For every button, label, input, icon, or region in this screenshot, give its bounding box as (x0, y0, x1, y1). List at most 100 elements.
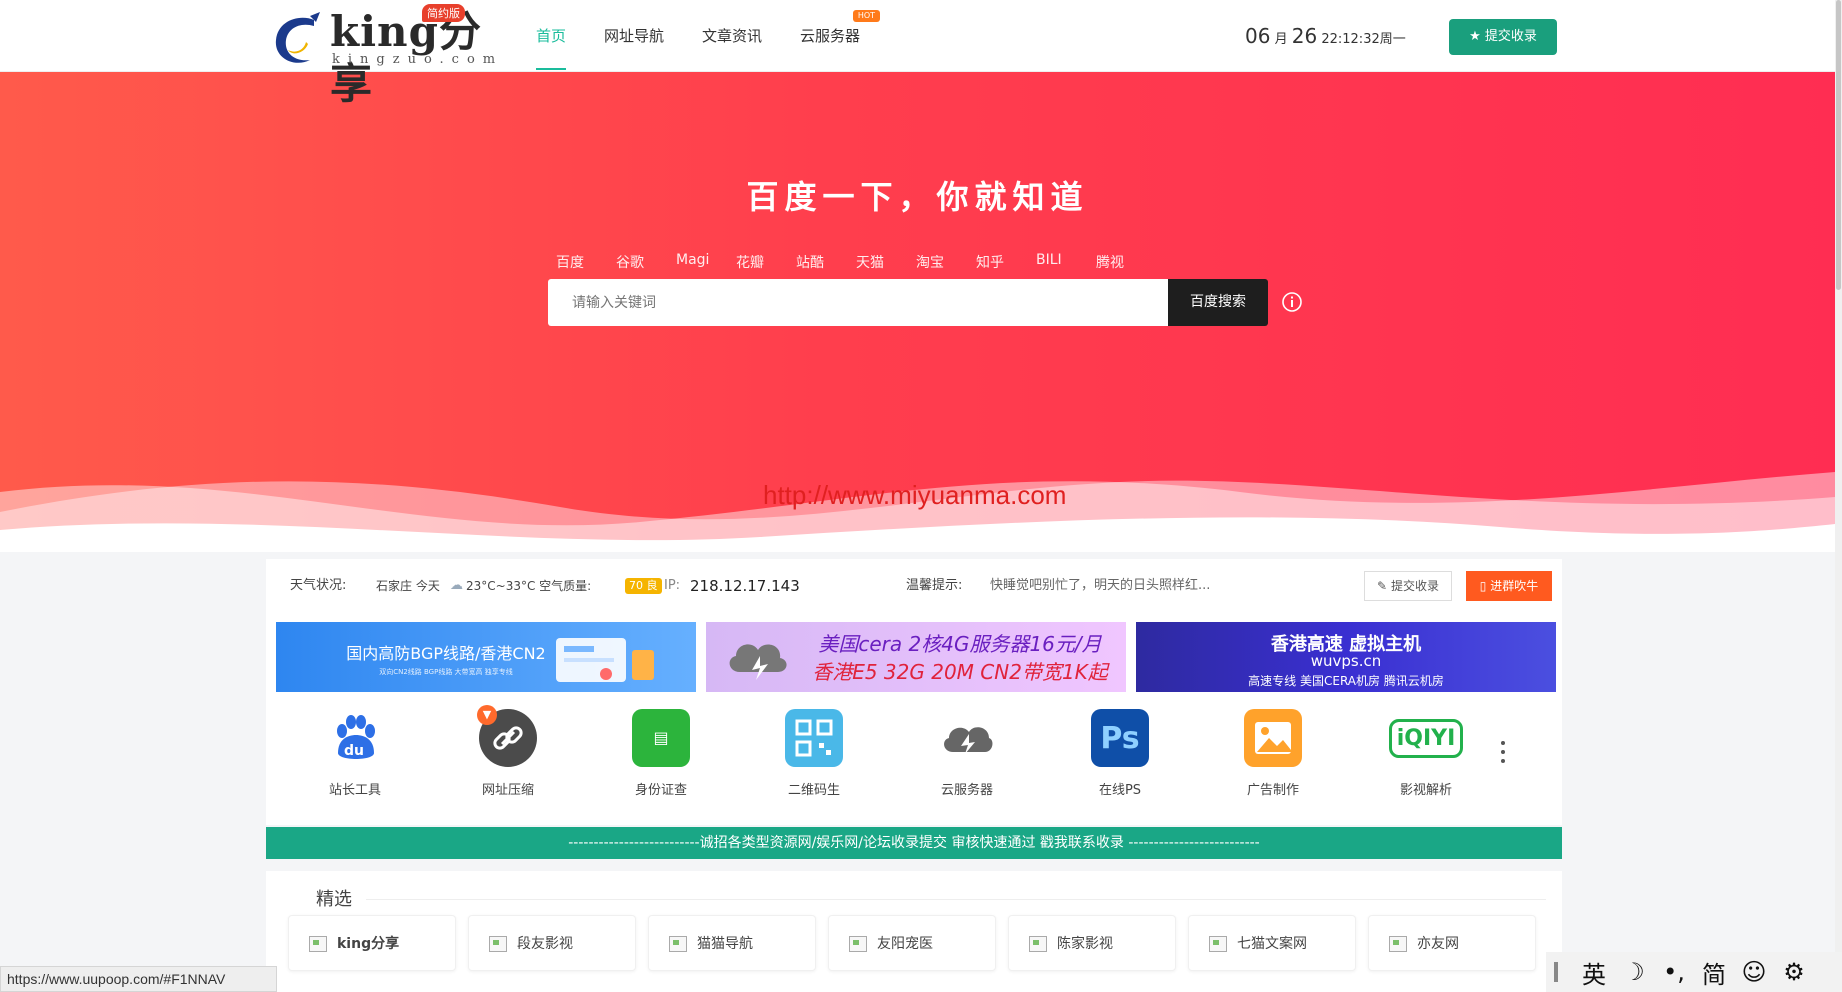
ime-drag-handle[interactable] (1554, 962, 1558, 982)
engine-tab-huaban[interactable]: 花瓣 (736, 252, 796, 272)
ad-banner-bgp[interactable]: 国内高防BGP线路/香港CN2 双向CN2线路 BGP线路 大带宽高 独享专线 (276, 622, 696, 692)
quick-link-online-ps[interactable]: Ps 在线PS (1060, 709, 1180, 798)
hot-badge: HOT (852, 10, 881, 22)
engine-tab-tengshi[interactable]: 腾视 (1096, 252, 1156, 272)
star-icon: ★ (1469, 29, 1481, 44)
engine-tab-tmall[interactable]: 天猫 (856, 252, 916, 272)
favicon-placeholder-icon (1209, 936, 1227, 952)
engine-tab-google[interactable]: 谷歌 (616, 252, 676, 272)
notice-banner[interactable]: --------------------------诚招各类型资源网/娱乐网/论… (266, 827, 1562, 859)
top-header: king分享 简约版 kingzuo.com 首页 网址导航 文章资讯 云服务器… (0, 0, 1835, 108)
favicon-placeholder-icon (309, 936, 327, 952)
ip-value: 218.12.17.143 (690, 577, 800, 595)
section-divider (366, 899, 1546, 900)
nav-cloud-server[interactable]: 云服务器 HOT (800, 0, 881, 72)
info-icon[interactable] (1281, 291, 1303, 313)
photoshop-icon: Ps (1091, 709, 1149, 767)
quick-link-label: 在线PS (1098, 783, 1142, 798)
submit-site-small-label: 提交收录 (1390, 579, 1439, 593)
site-logo[interactable]: king分享 简约版 kingzuo.com (270, 4, 504, 108)
site-card[interactable]: 七猫文案网 (1188, 915, 1356, 971)
engine-tab-zhihu[interactable]: 知乎 (976, 252, 1036, 272)
quick-link-webmaster-tools[interactable]: du 站长工具 (295, 709, 415, 798)
ad-banner-hk-sub: 高速专线 美国CERA机房 腾讯云机房 (1248, 674, 1444, 688)
site-name: 陈家影视 (1057, 936, 1113, 952)
content-card: 天气状况: 石家庄 今天 ☁ 23°C~33°C 空气质量: 70 良 IP: … (266, 559, 1562, 825)
quick-link-url-shortener[interactable]: ▼ 网址压缩 (448, 705, 568, 798)
cloud-weather-icon: ☁ (450, 578, 463, 593)
dragon-logo-icon (275, 12, 320, 63)
info-bar: 天气状况: 石家庄 今天 ☁ 23°C~33°C 空气质量: 70 良 IP: … (290, 571, 1540, 601)
site-card[interactable]: 友阳宠医 (828, 915, 996, 971)
site-name: 猫猫导航 (697, 936, 753, 952)
quick-link-qrcode[interactable]: 二维码生 (754, 709, 874, 798)
search-input[interactable] (548, 279, 1168, 326)
quick-link-id-lookup[interactable]: ▤ 身份证查 (601, 709, 721, 798)
search-button[interactable]: 百度搜索 (1168, 279, 1268, 326)
submit-site-label: 提交收录 (1484, 29, 1537, 44)
join-group-button[interactable]: ▯ 进群吹牛 (1466, 571, 1552, 601)
engine-tab-baidu[interactable]: 百度 (556, 252, 616, 272)
site-card[interactable]: 段友影视 (468, 915, 636, 971)
site-card[interactable]: 陈家影视 (1008, 915, 1176, 971)
weather-label: 天气状况: (290, 578, 347, 593)
svg-text:du: du (344, 743, 364, 759)
hero-search-section: 百度一下，你就知道 百度 谷歌 Magi 花瓣 站酷 天猫 淘宝 知乎 BILI… (0, 72, 1835, 552)
engine-tab-bili[interactable]: BILI (1036, 252, 1096, 272)
logo-badge: 简约版 (422, 4, 465, 22)
submit-site-small-button[interactable]: ✎ 提交收录 (1364, 571, 1452, 601)
nav-home[interactable]: 首页 (536, 0, 567, 72)
emoji-icon[interactable]: ☺ (1734, 958, 1774, 986)
ime-language-toggle[interactable]: 英 (1574, 955, 1614, 990)
scrollbar-thumb[interactable] (1836, 0, 1841, 290)
submit-site-button[interactable]: ★ 提交收录 (1449, 19, 1557, 55)
join-group-label: 进群吹牛 (1490, 579, 1539, 593)
search-box (548, 279, 1168, 326)
weather-temp: 23°C~33°C 空气质量: (466, 579, 592, 593)
site-name: 七猫文案网 (1237, 936, 1307, 952)
site-card[interactable]: king分享 (288, 915, 456, 971)
more-vertical-icon[interactable] (1498, 739, 1508, 765)
id-card-icon: ▤ (632, 709, 690, 767)
chat-icon: ▯ (1479, 579, 1487, 593)
moon-icon[interactable]: ☽ (1614, 958, 1654, 986)
cloud-icon (938, 709, 996, 767)
quick-link-cloud-server[interactable]: 云服务器 (907, 709, 1027, 798)
ip-label: IP: (664, 578, 681, 593)
hero-title: 百度一下，你就知道 (746, 178, 1089, 216)
tip-label: 温馨提示: (906, 578, 963, 593)
date-clock: 06 月 26 22:12:32周一 (1245, 0, 1406, 76)
quick-links: du 站长工具 ▼ 网址压缩 ▤ 身份证查 二维码生 云服务器 Ps 在线PS … (266, 705, 1562, 809)
shield-badge-icon: ▼ (477, 705, 497, 725)
nav-url-directory[interactable]: 网址导航 (604, 0, 664, 72)
logo-subtitle: kingzuo.com (332, 52, 504, 67)
edit-icon: ✎ (1377, 579, 1388, 593)
site-name: 亦友网 (1417, 936, 1459, 952)
site-card[interactable]: 亦友网 (1368, 915, 1536, 971)
iqiyi-icon-mark: iQIYI (1388, 718, 1464, 758)
main-nav: 首页 网址导航 文章资讯 云服务器 HOT (536, 0, 898, 72)
engine-tab-magi[interactable]: Magi (676, 252, 736, 272)
link-icon: ▼ (477, 705, 537, 767)
favicon-placeholder-icon (669, 936, 687, 952)
favicon-placeholder-icon (849, 936, 867, 952)
quick-link-label: 站长工具 (328, 783, 381, 798)
favicon-placeholder-icon (1029, 936, 1047, 952)
ad-banner-hk-host[interactable]: 香港高速 虚拟主机 wuvps.cn 高速专线 美国CERA机房 腾讯云机房 (1136, 622, 1556, 692)
ime-simplified-toggle[interactable]: 简 (1694, 955, 1734, 990)
engine-tab-zcool[interactable]: 站酷 (796, 252, 856, 272)
aqi-badge: 70 良 (625, 578, 662, 594)
punctuation-icon[interactable]: •, (1654, 958, 1694, 986)
settings-gear-icon[interactable]: ⚙ (1774, 958, 1814, 986)
server-illustration-icon (556, 638, 654, 682)
engine-tab-taobao[interactable]: 淘宝 (916, 252, 976, 272)
ad-banner-cera-title: 美国cera 2核4G服务器16元/月 (818, 632, 1102, 656)
site-card[interactable]: 猫猫导航 (648, 915, 816, 971)
nav-articles[interactable]: 文章资讯 (702, 0, 762, 72)
ime-toolbar: 英 ☽ •, 简 ☺ ⚙ (1546, 952, 1842, 992)
ad-banner-cera[interactable]: 美国cera 2核4G服务器16元/月 香港E5 32G 20M CN2带宽1K… (706, 622, 1126, 692)
iqiyi-icon: iQIYI (1388, 709, 1464, 767)
browser-status-url: https://www.uupoop.com/#F1NNAV (0, 966, 277, 992)
quick-link-video-parse[interactable]: iQIYI 影视解析 (1366, 709, 1486, 798)
quick-link-ad-maker[interactable]: 广告制作 (1213, 709, 1333, 798)
